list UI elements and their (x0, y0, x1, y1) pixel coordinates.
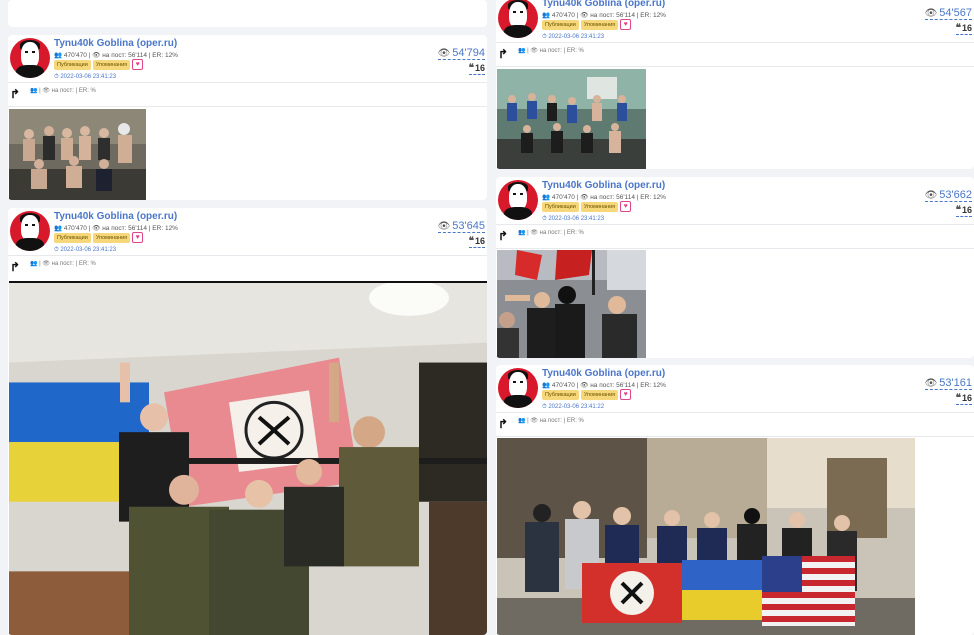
quotes-count[interactable]: ❝16 (955, 205, 972, 217)
post-card: Tynu40k Goblina (oper.ru) 👥 470'470 | 👁 … (496, 365, 974, 635)
channel-stats: 👥 470'470 | 👁 на пост: 56'114 | ER: 12% (542, 382, 666, 389)
tag-mentions[interactable]: Упоминания (580, 19, 619, 30)
post-header: Tynu40k Goblina (oper.ru) 👥 470'470 | 👁 … (496, 0, 974, 41)
quote-icon: ❝ (468, 63, 474, 74)
channel-avatar[interactable] (10, 38, 50, 78)
repost-stats: 👥 | 👁 на пост: | ER: % (518, 418, 584, 424)
views-count[interactable]: 👁 54'794 (437, 47, 485, 60)
post-card: Tynu40k Goblina (oper.ru) 👥 470'470 | 👁 … (496, 177, 974, 358)
post-tags: Публикации Упоминания ♥ (542, 19, 632, 30)
tag-publications[interactable]: Публикации (542, 201, 579, 212)
channel-stats: 👥 470'470 | 👁 на пост: 56'114 | ER: 12% (542, 12, 666, 19)
channel-avatar[interactable] (498, 368, 538, 408)
quote-icon: ❝ (955, 393, 961, 404)
tag-mentions[interactable]: Упоминания (92, 232, 131, 243)
quotes-count[interactable]: ❝16 (468, 63, 485, 75)
post-header: Tynu40k Goblina (oper.ru) 👥 470'470 | 👁 … (8, 35, 487, 81)
channel-name-link[interactable]: Tynu40k Goblina (oper.ru) (54, 38, 177, 49)
post-card-partial (8, 0, 487, 27)
quote-icon: ❝ (955, 23, 961, 34)
channel-stats: 👥 470'470 | 👁 на пост: 56'114 | ER: 12% (542, 194, 666, 201)
repost-stats: 👥 | 👁 на пост: | ER: % (30, 88, 96, 94)
quotes-count[interactable]: ❝16 (955, 393, 972, 405)
post-date[interactable]: ⏱ 2022-03-06 23:41:23 (542, 216, 604, 223)
quotes-count[interactable]: ❝16 (468, 236, 485, 248)
repost-arrow-icon[interactable]: ↱ (10, 87, 20, 101)
post-date[interactable]: ⏱ 2022-03-06 23:41:23 (54, 247, 116, 254)
tag-mentions[interactable]: Упоминания (580, 389, 619, 400)
quote-icon: ❝ (955, 205, 961, 216)
post-date[interactable]: ⏱ 2022-03-06 23:41:23 (542, 34, 604, 41)
eye-icon: 👁 (924, 190, 938, 201)
post-date[interactable]: ⏱ 2022-03-06 23:41:22 (542, 404, 604, 411)
eye-icon: 👁 (437, 48, 451, 59)
post-photo[interactable] (497, 250, 646, 358)
heart-icon[interactable]: ♥ (132, 232, 144, 243)
repost-arrow-icon[interactable]: ↱ (498, 417, 508, 431)
channel-stats: 👥 470'470 | 👁 на пост: 56'114 | ER: 12% (54, 225, 178, 232)
post-card: Tynu40k Goblina (oper.ru) 👥 470'470 | 👁 … (8, 35, 487, 200)
tag-mentions[interactable]: Упоминания (580, 201, 619, 212)
tag-publications[interactable]: Публикации (54, 59, 91, 70)
channel-name-link[interactable]: Tynu40k Goblina (oper.ru) (542, 368, 665, 379)
quotes-count[interactable]: ❝16 (955, 23, 972, 35)
post-photo[interactable] (9, 109, 146, 200)
post-tags: Публикации Упоминания ♥ (542, 201, 632, 212)
eye-icon: 👁 (437, 221, 451, 232)
quote-icon: ❝ (468, 236, 474, 247)
post-tags: Публикации Упоминания ♥ (54, 59, 144, 70)
repost-arrow-icon[interactable]: ↱ (498, 229, 508, 243)
tag-publications[interactable]: Публикации (542, 19, 579, 30)
post-tags: Публикации Упоминания ♥ (542, 389, 632, 400)
heart-icon[interactable]: ♥ (132, 59, 144, 70)
eye-icon: 👁 (924, 8, 938, 19)
post-header: Tynu40k Goblina (oper.ru) 👥 470'470 | 👁 … (496, 365, 974, 411)
tag-publications[interactable]: Публикации (542, 389, 579, 400)
views-count[interactable]: 👁 53'662 (924, 189, 972, 202)
views-count[interactable]: 👁 54'567 (924, 7, 972, 20)
heart-icon[interactable]: ♥ (620, 201, 632, 212)
views-count[interactable]: 👁 53'645 (437, 220, 485, 233)
post-date[interactable]: ⏱ 2022-03-06 23:41:23 (54, 74, 116, 81)
channel-name-link[interactable]: Tynu40k Goblina (oper.ru) (542, 180, 665, 191)
channel-name-link[interactable]: Tynu40k Goblina (oper.ru) (54, 211, 177, 222)
tag-publications[interactable]: Публикации (54, 232, 91, 243)
heart-icon[interactable]: ♥ (620, 19, 632, 30)
post-header: Tynu40k Goblina (oper.ru) 👥 470'470 | 👁 … (8, 208, 487, 254)
repost-arrow-icon[interactable]: ↱ (10, 260, 20, 274)
post-card: Tynu40k Goblina (oper.ru) 👥 470'470 | 👁 … (496, 0, 974, 169)
channel-avatar[interactable] (498, 180, 538, 220)
views-count[interactable]: 👁 53'161 (924, 377, 972, 390)
eye-icon: 👁 (924, 378, 938, 389)
channel-avatar[interactable] (498, 0, 538, 38)
channel-stats: 👥 470'470 | 👁 на пост: 56'114 | ER: 12% (54, 52, 178, 59)
post-tags: Публикации Упоминания ♥ (54, 232, 144, 243)
post-header: Tynu40k Goblina (oper.ru) 👥 470'470 | 👁 … (496, 177, 974, 223)
heart-icon[interactable]: ♥ (620, 389, 632, 400)
repost-arrow-icon[interactable]: ↱ (498, 47, 508, 61)
post-photo[interactable] (497, 69, 646, 169)
post-card: Tynu40k Goblina (oper.ru) 👥 470'470 | 👁 … (8, 208, 487, 635)
repost-stats: 👥 | 👁 на пост: | ER: % (30, 261, 96, 267)
post-photo[interactable] (497, 438, 915, 635)
post-photo[interactable] (9, 281, 487, 635)
tag-mentions[interactable]: Упоминания (92, 59, 131, 70)
channel-name-link[interactable]: Tynu40k Goblina (oper.ru) (542, 0, 665, 9)
repost-stats: 👥 | 👁 на пост: | ER: % (518, 230, 584, 236)
channel-avatar[interactable] (10, 211, 50, 251)
repost-stats: 👥 | 👁 на пост: | ER: % (518, 48, 584, 54)
